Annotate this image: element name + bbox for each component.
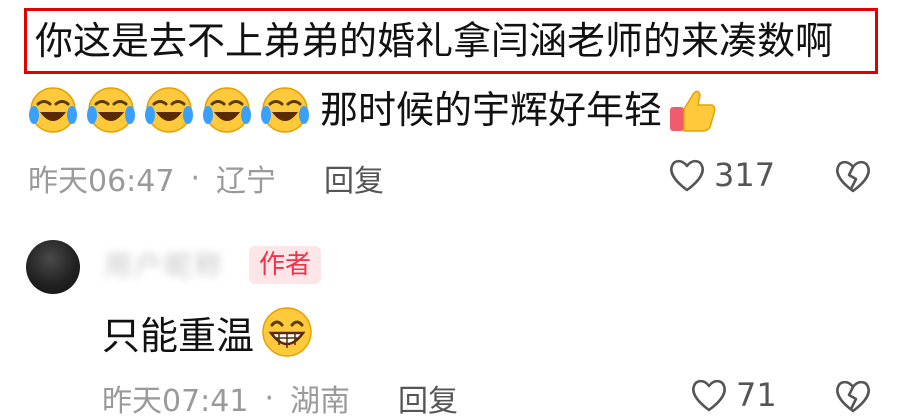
broken-heart-icon[interactable] (834, 158, 872, 194)
laughing-crying-emoji-icon (145, 87, 193, 133)
comment-like-count: 317 (714, 156, 776, 194)
reply-text-line: 只能重温 (102, 302, 314, 362)
laughing-crying-emoji-icon (87, 87, 135, 133)
reply-meta: 昨天07:41 · 湖南 回复 (102, 376, 458, 420)
reply-username[interactable]: 用户昵称 (104, 244, 224, 284)
heart-icon (670, 159, 704, 192)
author-badge: 作者 (249, 246, 322, 284)
reply-text: 只能重温 (102, 313, 255, 358)
reply-reply-button[interactable]: 回复 (398, 376, 458, 420)
reply-like-count: 71 (736, 376, 777, 414)
comment-reply-button[interactable]: 回复 (324, 156, 384, 200)
reply-like-button[interactable]: 71 (690, 376, 777, 414)
grinning-emoji-icon (262, 307, 312, 357)
laughing-crying-emoji-icon (203, 87, 251, 133)
reply-meta-separator: · (264, 380, 275, 416)
reply-location: 湖南 (290, 384, 351, 419)
comment-location: 辽宁 (216, 164, 277, 199)
reply-avatar[interactable] (26, 240, 80, 294)
comment-text: 你这是去不上弟弟的婚礼拿闫涵老师的来凑数啊 (24, 8, 878, 74)
comment-like-button[interactable]: 317 (668, 156, 775, 194)
comment-emoji-line: 那时候的宇辉好年轻 (28, 82, 718, 138)
heart-icon (692, 379, 726, 412)
comment-emoji-line-text: 那时候的宇辉好年轻 (320, 88, 663, 132)
laughing-crying-emoji-icon (29, 87, 77, 133)
reply-time: 昨天07:41 (102, 384, 249, 419)
comment-meta: 昨天06:47 · 辽宁 回复 (28, 156, 384, 200)
comment-meta-separator: · (190, 160, 201, 196)
broken-heart-icon[interactable] (834, 378, 872, 414)
thumbs-up-emoji-icon (670, 90, 716, 132)
laughing-crying-emoji-icon (261, 87, 309, 133)
comment-time: 昨天06:47 (28, 164, 175, 199)
